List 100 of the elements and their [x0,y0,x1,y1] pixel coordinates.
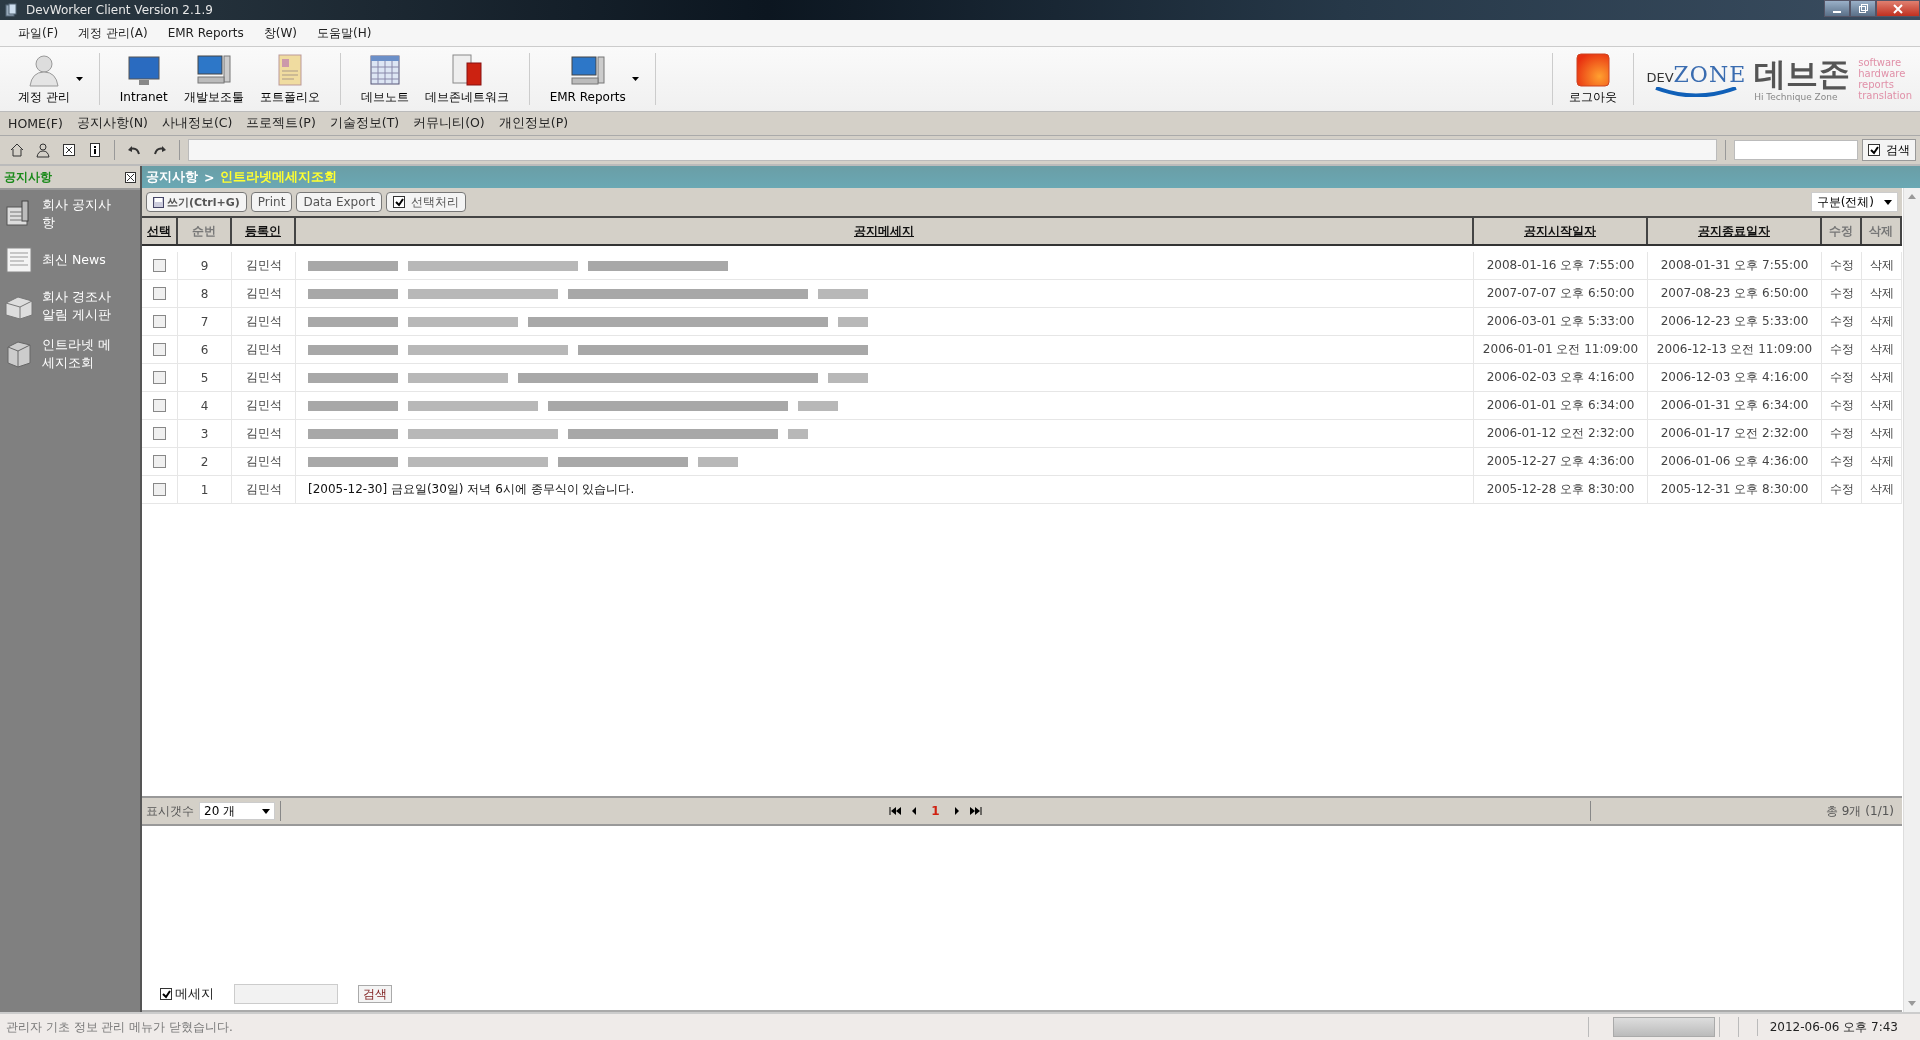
column-header[interactable]: 공지메세지 [296,218,1474,244]
nav-menu-item[interactable]: 사내정보(C) [162,115,233,132]
sidebar-item[interactable]: 회사 경조사 알림 게시판 [0,282,140,330]
minimize-button[interactable] [1824,0,1850,17]
row-checkbox[interactable] [153,315,166,328]
sidebar-item[interactable]: 인트라넷 메세지조회 [0,330,140,378]
last-page-icon[interactable] [969,807,982,815]
category-dropdown[interactable]: 구분(전체) [1810,192,1898,212]
column-header[interactable]: 공지시작일자 [1474,218,1648,244]
toolbar-button[interactable]: 계정 관리 [10,52,87,106]
action-button[interactable]: Print [250,192,293,212]
breadcrumb-separator: > [204,169,215,185]
info-icon[interactable] [87,142,103,158]
row-checkbox[interactable] [153,455,166,468]
delete-link[interactable]: 삭제 [1862,476,1902,503]
edit-link[interactable]: 수정 [1822,476,1862,503]
menu-item[interactable]: 도움말(H) [317,24,372,42]
toolbar-button[interactable]: 데브존네트워크 [416,52,517,106]
caret-icon [262,808,270,814]
nav-menu-item[interactable]: 공지사항(N) [76,115,148,132]
delete-link[interactable]: 삭제 [1862,392,1902,419]
sidebar-item[interactable]: 회사 공지사항 [0,190,140,238]
scroll-down-icon[interactable] [1908,1001,1916,1006]
column-header[interactable]: 등록인 [232,218,296,244]
row-checkbox[interactable] [153,483,166,496]
page-size-label: 표시갯수 [146,802,194,820]
table-cell: 2005-12-31 오후 8:30:00 [1648,476,1822,503]
nav-menu-item[interactable]: HOME(F) [8,116,63,131]
toolbar-button[interactable]: 포트폴리오 [251,52,328,106]
close-icon[interactable] [61,142,77,158]
search-button[interactable]: 검색 [1862,139,1916,161]
edit-link[interactable]: 수정 [1822,336,1862,363]
next-page-icon[interactable] [953,807,960,815]
menu-item[interactable]: 창(W) [263,24,297,42]
edit-link[interactable]: 수정 [1822,420,1862,447]
edit-link[interactable]: 수정 [1822,392,1862,419]
row-checkbox[interactable] [153,371,166,384]
status-message: 관리자 기초 정보 관리 메뉴가 닫혔습니다. [6,1018,233,1036]
delete-link[interactable]: 삭제 [1862,364,1902,391]
column-header[interactable]: 공지종료일자 [1648,218,1822,244]
table-cell: 2006-12-13 오전 11:09:00 [1648,336,1822,363]
close-icon[interactable] [125,171,136,183]
edit-link[interactable]: 수정 [1822,364,1862,391]
page-link[interactable]: 1 [927,804,944,818]
table-cell: 김민석 [232,476,296,503]
close-button[interactable] [1876,0,1920,17]
row-checkbox[interactable] [153,287,166,300]
search-field[interactable] [1734,140,1858,160]
process-selected-button[interactable]: 선택처리 [386,192,467,212]
edit-link[interactable]: 수정 [1822,252,1862,279]
nav-menu-item[interactable]: 커뮤니티(O) [413,115,485,132]
delete-link[interactable]: 삭제 [1862,252,1902,279]
checkmark-icon [1869,145,1879,155]
table-cell: 2006-03-01 오후 5:33:00 [1474,308,1648,335]
row-checkbox[interactable] [153,399,166,412]
first-page-icon[interactable] [889,807,902,815]
cube-icon [4,339,34,369]
delete-link[interactable]: 삭제 [1862,280,1902,307]
sidebar-item[interactable]: 최신 News [0,238,140,282]
address-field[interactable] [188,139,1717,161]
vertical-scrollbar[interactable] [1903,188,1920,1012]
nav-menu-item[interactable]: 기술정보(T) [329,115,400,132]
scroll-up-icon[interactable] [1908,194,1916,199]
row-checkbox[interactable] [153,427,166,440]
logout-button[interactable]: 로그아웃 [1565,52,1622,106]
home-icon[interactable] [9,142,25,158]
user-icon[interactable] [35,142,51,158]
delete-link[interactable]: 삭제 [1862,448,1902,475]
row-checkbox[interactable] [153,259,166,272]
delete-link[interactable]: 삭제 [1862,308,1902,335]
nav-menu-item[interactable]: 개인정보(P) [498,115,569,132]
table-cell: 2006-01-01 오전 11:09:00 [1474,336,1648,363]
edit-link[interactable]: 수정 [1822,448,1862,475]
edit-link[interactable]: 수정 [1822,280,1862,307]
edit-link[interactable]: 수정 [1822,308,1862,335]
menu-item[interactable]: EMR Reports [167,26,244,40]
maximize-button[interactable] [1850,0,1876,17]
message-checkbox[interactable]: 메세지 [160,985,214,1003]
nav-menu-item[interactable]: 프로젝트(P) [246,115,316,132]
search-button[interactable]: 검색 [358,985,392,1003]
message-search-field[interactable] [234,984,338,1004]
write-button[interactable]: 쓰기(Ctrl+G) [146,192,247,212]
total-count: 총 9개 (1/1) [1825,802,1895,820]
toolbar-button[interactable]: 데브노트 [352,52,417,106]
delete-link[interactable]: 삭제 [1862,420,1902,447]
menu-item[interactable]: 계정 관리(A) [78,24,148,42]
table-cell: 김민석 [232,252,296,279]
page-size-dropdown[interactable]: 20 개 [199,802,275,820]
previous-page-icon[interactable] [911,807,918,815]
column-header[interactable]: 선택 [142,218,178,244]
toolbar-button[interactable]: 개발보조툴 [175,52,252,106]
caret-icon [1884,199,1892,205]
table-cell: 2006-12-23 오후 5:33:00 [1648,308,1822,335]
delete-link[interactable]: 삭제 [1862,336,1902,363]
table-cell: [2005-12-30] 금요일(30일) 저녁 6시에 종무식이 있습니다. [308,481,635,498]
row-checkbox[interactable] [153,343,166,356]
toolbar-button[interactable]: EMR Reports [541,54,643,104]
toolbar-button[interactable]: Intranet [111,54,176,104]
menu-item[interactable]: 파일(F) [18,24,59,42]
action-button[interactable]: Data Export [296,192,383,212]
